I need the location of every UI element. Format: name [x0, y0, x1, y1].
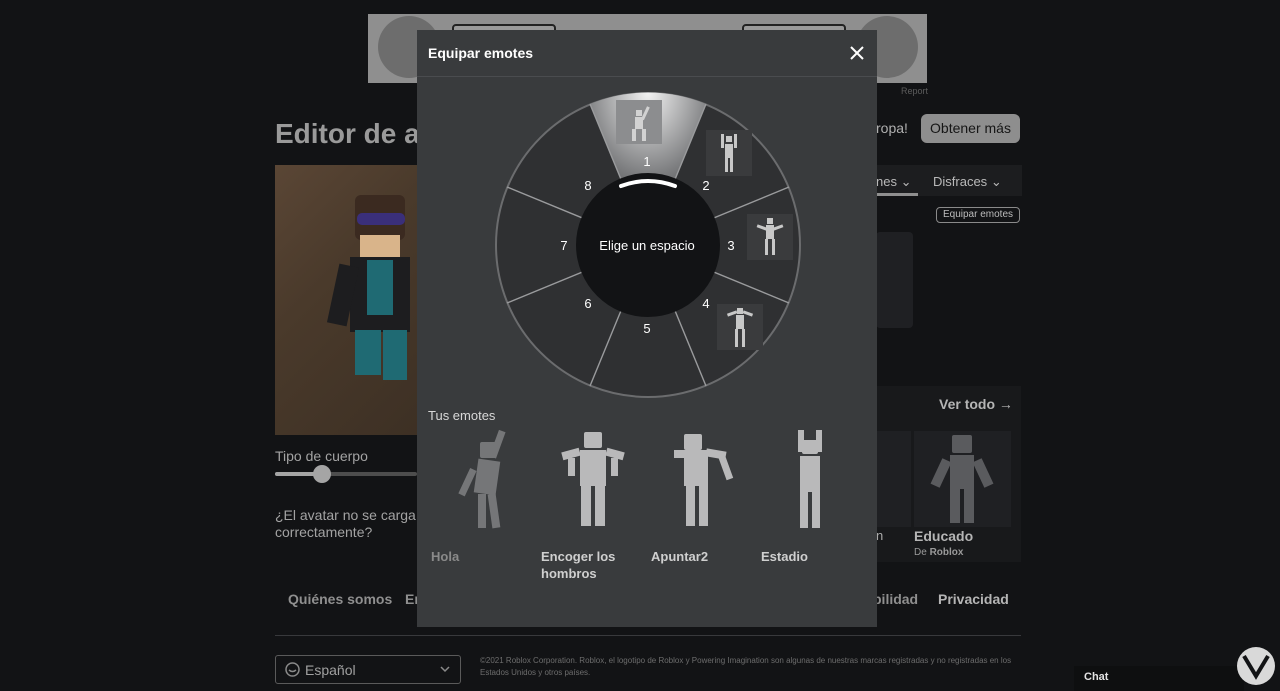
emote-name-point[interactable]: Apuntar2 — [651, 548, 708, 565]
avatar-preview[interactable] — [275, 165, 417, 435]
promo-text: ropa! — [876, 120, 908, 136]
emote-card[interactable] — [876, 232, 913, 328]
slot-number-3: 3 — [727, 238, 735, 253]
recommended-item-name[interactable]: Educado — [914, 528, 973, 544]
footer-link-accessibility[interactable]: bilidad — [873, 591, 918, 607]
emote-card-shrug[interactable] — [544, 428, 644, 532]
slot-number-2: 2 — [702, 178, 710, 193]
slot-number-1: 1 — [643, 154, 651, 169]
language-select[interactable] — [275, 655, 461, 684]
emote-card-point[interactable] — [654, 428, 754, 532]
language-value: Español — [305, 662, 356, 678]
recommended-item-thumb[interactable] — [914, 431, 1011, 527]
chat-label[interactable]: Chat — [1084, 671, 1108, 683]
ad-report-link[interactable]: Report — [901, 86, 928, 96]
chevron-down-icon: ⌄ — [900, 174, 912, 189]
copyright-text: ©2021 Roblox Corporation. Roblox, el log… — [480, 656, 1012, 677]
recommended-item-thumb[interactable] — [876, 431, 911, 527]
arrow-right-icon: → — [998, 396, 1013, 412]
body-type-slider-handle[interactable] — [313, 465, 331, 483]
emote-name-stadium[interactable]: Estadio — [761, 548, 808, 565]
avatar-figure-icon — [326, 195, 410, 380]
emote-name-hola[interactable]: Hola — [431, 548, 459, 565]
equip-emotes-link[interactable]: Equipar emotes — [936, 207, 1020, 223]
emote-name-shrug[interactable]: Encoger los hombros — [541, 548, 641, 582]
chevron-down-icon: ⌄ — [990, 174, 1002, 189]
emote-card-stadium[interactable] — [760, 428, 860, 532]
see-all-link[interactable]: Ver todo → — [939, 396, 1013, 412]
close-icon[interactable] — [844, 40, 870, 66]
footer-link-about[interactable]: Quiénes somos — [288, 591, 392, 607]
recommended-item-name[interactable]: n — [876, 528, 883, 543]
body-type-label: Tipo de cuerpo — [275, 448, 368, 464]
emote-shrug-icon — [561, 432, 625, 526]
chevron-down-icon — [440, 666, 450, 673]
emote-card-hola[interactable] — [436, 428, 536, 532]
emote-wave-icon — [458, 429, 506, 529]
slot-3-emote-icon — [747, 214, 793, 260]
tab-animations[interactable]: nes ⌄ — [876, 174, 912, 190]
emote-stadium-icon — [798, 430, 822, 528]
slot-number-6: 6 — [584, 296, 592, 311]
globe-icon — [285, 662, 300, 677]
slot-number-7: 7 — [560, 238, 568, 253]
watermark-logo-icon — [1237, 647, 1275, 685]
emote-point-icon — [674, 434, 734, 526]
active-tab-indicator — [876, 193, 918, 196]
get-more-button[interactable]: Obtener más — [921, 114, 1020, 143]
page-title: Editor de a — [275, 118, 420, 149]
avatar-not-loading-link[interactable]: ¿El avatar no se carga correctamente? — [275, 507, 420, 541]
tab-costumes[interactable]: Disfraces ⌄ — [933, 174, 1002, 190]
footer-divider — [275, 635, 1021, 636]
slot-number-5: 5 — [643, 321, 651, 336]
choose-slot-label: Elige un espacio — [599, 238, 695, 253]
your-emotes-heading: Tus emotes — [428, 408, 496, 423]
slot-1-emote-icon — [616, 100, 662, 144]
slot-4-emote-icon — [717, 304, 763, 350]
slot-number-4: 4 — [702, 296, 710, 311]
emote-figure-icon — [930, 435, 994, 523]
slot-number-8: 8 — [584, 178, 592, 193]
recommended-item-creator: De Roblox — [914, 547, 964, 558]
slot-2-emote-icon — [706, 130, 752, 176]
modal-title: Equipar emotes — [428, 45, 534, 61]
footer-link-privacy[interactable]: Privacidad — [938, 591, 1009, 607]
